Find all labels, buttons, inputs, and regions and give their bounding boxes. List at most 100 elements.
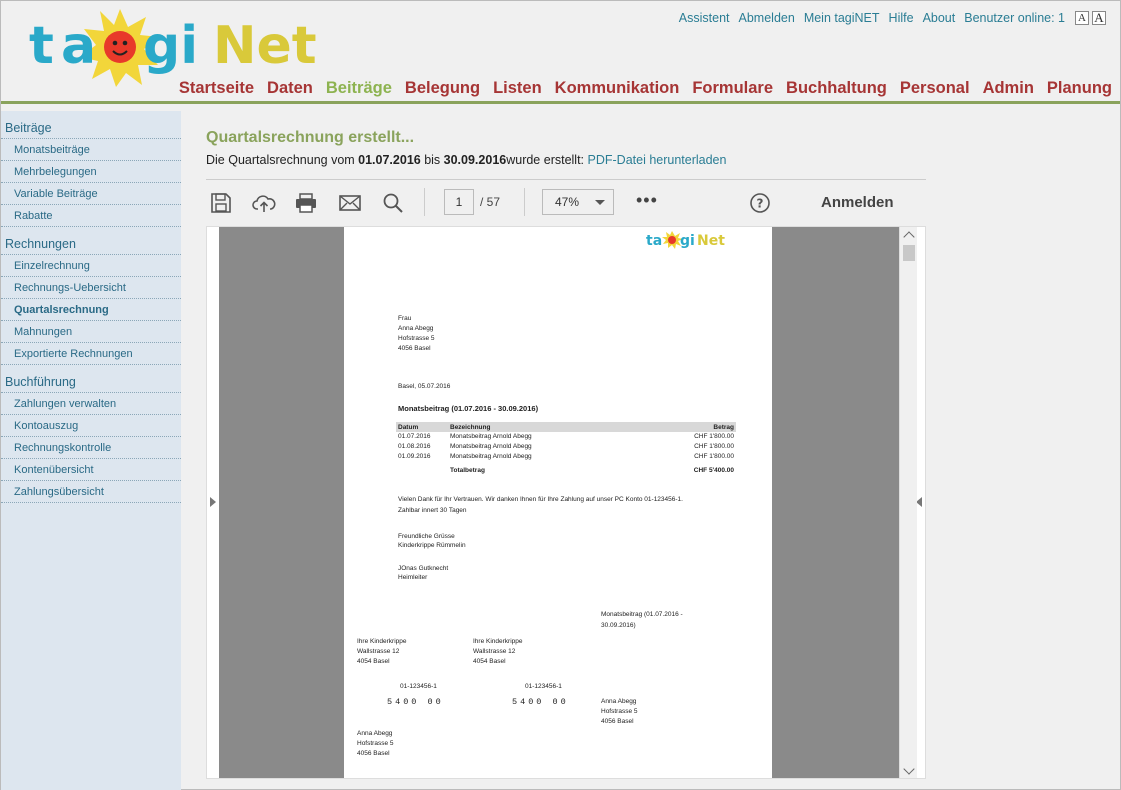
taginet-logo[interactable]: t a gi Net <box>25 7 345 87</box>
sidebar-item-quartalsrechnung[interactable]: Quartalsrechnung <box>1 299 181 321</box>
sidebar-item-kontoauszug[interactable]: Kontoauszug <box>1 415 181 437</box>
table-cell: CHF 1'800.00 <box>694 453 734 460</box>
table-row: 01.07.2016 Monatsbeitrag Arnold Abegg CH… <box>396 432 736 442</box>
sidebar-item-kontenuebersicht[interactable]: Kontenübersicht <box>1 459 181 481</box>
pdf-text: 4056 Basel <box>357 750 390 757</box>
font-size-large-button[interactable]: A <box>1092 11 1106 25</box>
pdf-toolbar: 1 / 57 47% ••• ? Anmelden <box>206 186 926 220</box>
users-online-count: Benutzer online: 1 <box>964 11 1065 25</box>
collapse-left-arrow-icon[interactable] <box>210 497 216 507</box>
link-mein-taginet[interactable]: Mein tagiNET <box>804 11 880 25</box>
nav-startseite[interactable]: Startseite <box>179 79 254 98</box>
sidebar-item-mahnungen[interactable]: Mahnungen <box>1 321 181 343</box>
chevron-down-icon <box>595 200 605 205</box>
sidebar-section-buchfuehrung[interactable]: Buchführung <box>1 365 181 393</box>
sidebar-item-label: Quartalsrechnung <box>14 304 109 316</box>
sidebar-section-beitraege[interactable]: Beiträge <box>1 111 181 139</box>
nav-kommunikation[interactable]: Kommunikation <box>555 79 680 98</box>
pdf-invoice-table: Datum Bezeichnung Betrag 01.07.2016 Mona… <box>396 422 736 476</box>
table-header: Datum Bezeichnung Betrag <box>396 422 736 432</box>
nav-planung[interactable]: Planung <box>1047 79 1112 98</box>
link-assistent[interactable]: Assistent <box>679 11 730 25</box>
nav-personal[interactable]: Personal <box>900 79 970 98</box>
date-from: 01.07.2016 <box>358 153 421 167</box>
sidebar-item-mehrbelegungen[interactable]: Mehrbelegungen <box>1 161 181 183</box>
pdf-download-link[interactable]: PDF-Datei herunterladen <box>588 153 727 167</box>
page-number-input[interactable]: 1 <box>444 189 474 215</box>
cloud-upload-icon[interactable] <box>252 192 276 214</box>
main-nav: Startseite Daten Beiträge Belegung Liste… <box>166 79 1112 98</box>
nav-buchhaltung[interactable]: Buchhaltung <box>786 79 887 98</box>
font-size-small-button[interactable]: A <box>1075 11 1089 25</box>
svg-text:gi: gi <box>143 16 198 76</box>
table-cell: Monatsbeitrag Arnold Abegg <box>450 443 532 450</box>
pdf-scrollbar[interactable] <box>899 227 917 778</box>
nav-beitraege[interactable]: Beiträge <box>326 79 392 98</box>
date-to: 30.09.2016 <box>443 153 507 167</box>
sidebar-item-rechnungskontrolle[interactable]: Rechnungskontrolle <box>1 437 181 459</box>
pdf-text: Ihre Kinderkrippe <box>357 638 407 645</box>
sidebar-item-exportierte-rechnungen[interactable]: Exportierte Rechnungen <box>1 343 181 365</box>
nav-belegung[interactable]: Belegung <box>405 79 480 98</box>
pdf-account-left: 01-123456-1 <box>400 683 437 690</box>
pdf-text: 4054 Basel <box>357 658 390 665</box>
sidebar-item-label: Einzelrechnung <box>14 260 90 272</box>
more-options-button[interactable]: ••• <box>636 190 658 211</box>
sidebar-item-variable-beitraege[interactable]: Variable Beiträge <box>1 183 181 205</box>
pdf-address-block: Frau Anna Abegg Hofstrasse 5 4056 Basel <box>398 314 435 354</box>
svg-text:gi: gi <box>680 233 695 249</box>
sidebar-item-zahlungen-verwalten[interactable]: Zahlungen verwalten <box>1 393 181 415</box>
pdf-heading: Monatsbeitrag (01.07.2016 - 30.09.2016) <box>398 404 539 413</box>
pdf-text: Hofstrasse 5 <box>601 708 638 715</box>
pdf-text: 4056 Basel <box>601 718 634 725</box>
svg-text:Net: Net <box>697 233 725 249</box>
sidebar-item-einzelrechnung[interactable]: Einzelrechnung <box>1 255 181 277</box>
sidebar-item-label: Kontoauszug <box>14 420 79 432</box>
pdf-text: Ihre Kinderkrippe <box>473 638 523 645</box>
sidebar-item-label: Rechnungs-Uebersicht <box>14 282 126 294</box>
search-icon[interactable] <box>381 192 405 214</box>
pdf-text: Wallstrasse 12 <box>473 648 516 655</box>
save-icon[interactable] <box>209 192 233 214</box>
table-cell: 01.07.2016 <box>398 433 431 440</box>
mail-icon[interactable] <box>338 192 362 214</box>
viewer-login-button[interactable]: Anmelden <box>821 194 894 211</box>
scroll-thumb[interactable] <box>903 245 915 261</box>
pdf-payer-bottom: Anna Abegg Hofstrasse 5 4056 Basel <box>357 729 394 759</box>
sidebar-item-monatsbeitraege[interactable]: Monatsbeiträge <box>1 139 181 161</box>
scroll-up-icon[interactable] <box>903 231 915 243</box>
sidebar-item-label: Monatsbeiträge <box>14 144 90 156</box>
nav-formulare[interactable]: Formulare <box>692 79 773 98</box>
nav-daten[interactable]: Daten <box>267 79 313 98</box>
sidebar-item-label: Zahlungsübersicht <box>14 486 104 498</box>
link-about[interactable]: About <box>923 11 956 25</box>
scroll-down-icon[interactable] <box>903 763 915 775</box>
status-suffix: wurde erstellt: <box>506 153 588 167</box>
total-label: Totalbetrag <box>450 467 485 474</box>
help-icon[interactable]: ? <box>748 192 772 214</box>
link-abmelden[interactable]: Abmelden <box>739 11 795 25</box>
pdf-amount-right: 5400 00 <box>512 697 569 707</box>
toolbar-divider <box>524 188 525 216</box>
sidebar-item-label: Mehrbelegungen <box>14 166 97 178</box>
sidebar-item-zahlungsuebersicht[interactable]: Zahlungsübersicht <box>1 481 181 503</box>
sidebar-section-rechnungen[interactable]: Rechnungen <box>1 227 181 255</box>
svg-text:t: t <box>29 16 54 76</box>
zoom-select[interactable]: 47% <box>542 189 614 215</box>
column-header: Bezeichnung <box>450 424 491 431</box>
link-hilfe[interactable]: Hilfe <box>889 11 914 25</box>
pdf-viewer[interactable]: ta gi Net Frau Anna Abegg Hofstrasse 5 4… <box>206 226 926 779</box>
print-icon[interactable] <box>294 192 318 214</box>
nav-listen[interactable]: Listen <box>493 79 542 98</box>
sidebar-item-rabatte[interactable]: Rabatte <box>1 205 181 227</box>
status-mid: bis <box>420 153 444 167</box>
sidebar-item-label: Variable Beiträge <box>14 188 98 200</box>
nav-admin[interactable]: Admin <box>983 79 1034 98</box>
sidebar-item-label: Rechnungskontrolle <box>14 442 112 454</box>
pdf-greeting-2: Kinderkrippe Rümmelin <box>398 542 466 549</box>
sidebar-item-rechnungs-uebersicht[interactable]: Rechnungs-Uebersicht <box>1 277 181 299</box>
pdf-text: 4054 Basel <box>473 658 506 665</box>
top-links: Assistent Abmelden Mein tagiNET Hilfe Ab… <box>670 11 1106 25</box>
pdf-payer-right: Anna Abegg Hofstrasse 5 4056 Basel <box>601 697 638 727</box>
sidebar-item-label: Exportierte Rechnungen <box>14 348 133 360</box>
